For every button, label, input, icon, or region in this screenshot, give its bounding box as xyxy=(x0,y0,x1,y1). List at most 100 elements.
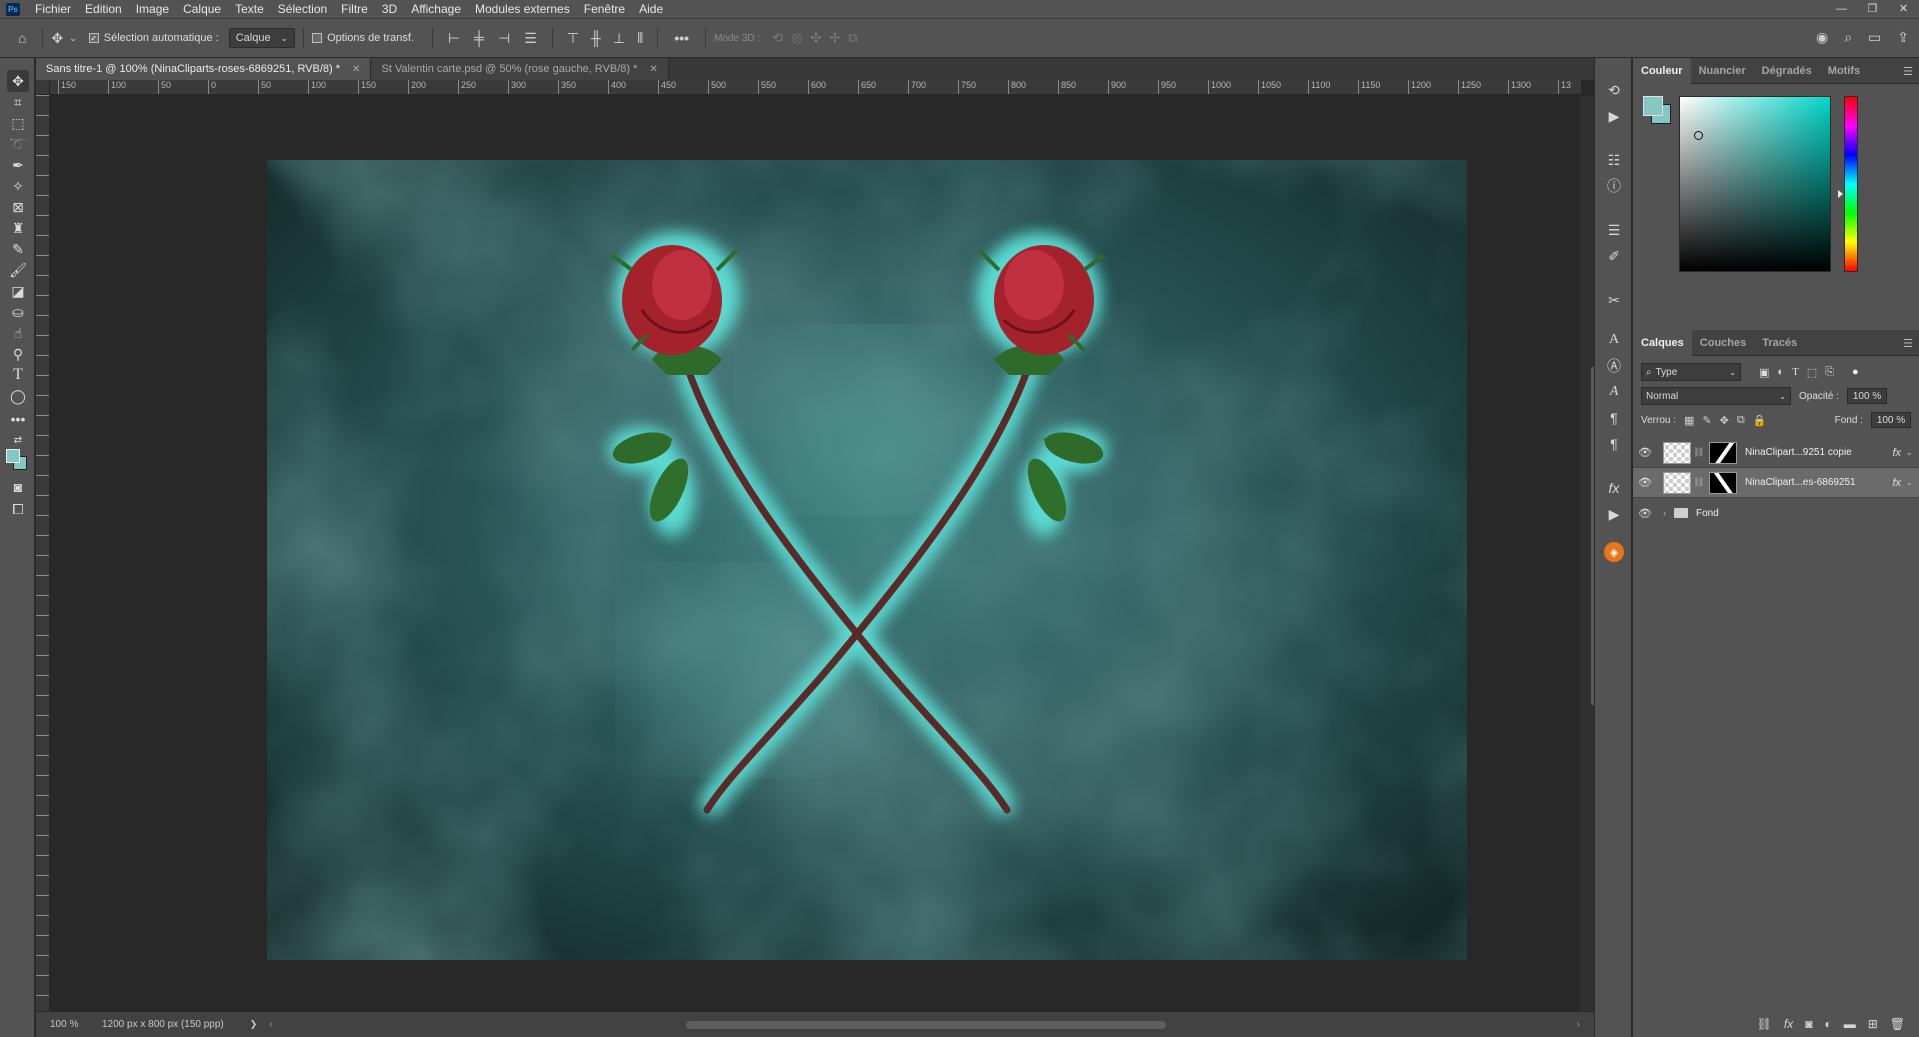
menu-filtre[interactable]: Filtre xyxy=(334,0,375,18)
opacity-input[interactable]: 100 % xyxy=(1847,388,1888,404)
move-tool-icon[interactable]: ✥ xyxy=(7,70,29,92)
color-picker-ring[interactable] xyxy=(1694,131,1703,140)
glyphs-icon[interactable]: A xyxy=(1604,382,1624,402)
tab-motifs[interactable]: Motifs xyxy=(1820,58,1868,84)
fx-icon[interactable]: fx xyxy=(1892,447,1901,459)
horizontal-ruler[interactable]: 150 100 50 0 50 100 150 200 250 300 350 400 450 500 55… xyxy=(50,80,1581,95)
menu-fichier[interactable]: Fichier xyxy=(28,0,78,18)
filter-adjustment-icon[interactable]: ◐ xyxy=(1777,366,1784,378)
filter-shape-icon[interactable]: ⬚ xyxy=(1807,366,1817,379)
transform-controls-option[interactable]: Options de transf. xyxy=(312,32,414,44)
delete-layer-icon[interactable]: 🗑 xyxy=(1890,1017,1905,1031)
pen-tool-icon[interactable]: ✒ xyxy=(7,154,29,176)
fill-input[interactable]: 100 % xyxy=(1871,412,1911,428)
align-top-icon[interactable]: ⊤ xyxy=(567,30,579,47)
layer-group-row[interactable]: 👁 › Fond xyxy=(1633,498,1919,528)
layer-mask-thumbnail[interactable] xyxy=(1709,471,1737,494)
menu-aide[interactable]: Aide xyxy=(632,0,670,18)
layer-row-selected[interactable]: 👁 ⛓ NinaClipart...es-6869251 fx ⌄ xyxy=(1633,468,1919,498)
tab-nuancier[interactable]: Nuancier xyxy=(1691,58,1754,84)
document-canvas[interactable] xyxy=(267,160,1467,960)
account-icon[interactable]: ◉ xyxy=(1816,29,1828,46)
workspace-icon[interactable]: ▭ xyxy=(1868,29,1881,46)
layer-mask-thumbnail[interactable] xyxy=(1709,441,1737,464)
crop-tool-icon[interactable]: ⌗ xyxy=(7,91,29,113)
close-icon[interactable]: ✕ xyxy=(649,64,657,75)
lock-all-icon[interactable]: 🔒 xyxy=(1753,414,1767,427)
color-field[interactable] xyxy=(1679,96,1831,272)
tab-couleur[interactable]: Couleur xyxy=(1633,57,1691,84)
close-icon[interactable]: ✕ xyxy=(352,64,360,75)
distribute-horizontal-icon[interactable]: ⦀ xyxy=(637,30,643,47)
smudge-tool-icon[interactable]: ☝ xyxy=(7,322,29,344)
more-tools-icon[interactable]: ••• xyxy=(7,408,29,430)
screen-mode-icon[interactable]: ⧠ xyxy=(7,498,29,520)
canvas-area[interactable] xyxy=(51,96,1580,1011)
layer-filter-select[interactable]: ⌕ Type ⌄ xyxy=(1641,363,1741,381)
restore-icon[interactable]: ❐ xyxy=(1857,0,1888,18)
menu-edition[interactable]: Edition xyxy=(78,0,129,18)
properties-icon[interactable]: ☰ xyxy=(1604,220,1624,240)
chevron-down-icon[interactable]: ⌄ xyxy=(69,33,77,44)
share-icon[interactable]: ⇪ xyxy=(1897,29,1909,46)
home-icon[interactable]: ⌂ xyxy=(18,30,26,46)
dodge-tool-icon[interactable]: ⚲ xyxy=(7,343,29,365)
vertical-ruler[interactable] xyxy=(36,95,50,1011)
character-icon[interactable]: A xyxy=(1604,330,1624,350)
filter-toggle-icon[interactable]: ● xyxy=(1852,366,1859,378)
document-tab-active[interactable]: Sans titre-1 @ 100% (NinaCliparts-roses-… xyxy=(36,58,372,80)
styles-fx-icon[interactable]: fx xyxy=(1604,478,1624,498)
align-right-icon[interactable]: ⊣ xyxy=(498,30,510,47)
ellipse-tool-icon[interactable]: ◯ xyxy=(7,385,29,407)
chevron-right-icon[interactable]: › xyxy=(1663,508,1666,518)
foreground-color-swatch[interactable] xyxy=(1643,96,1663,116)
menu-fenetre[interactable]: Fenêtre xyxy=(577,0,632,18)
menu-selection[interactable]: Sélection xyxy=(271,0,334,18)
plugin-icon[interactable]: ◈ xyxy=(1604,542,1624,562)
eye-icon[interactable]: 👁 xyxy=(1635,476,1655,489)
chevron-down-icon[interactable]: ⌄ xyxy=(1905,477,1913,488)
auto-select-option[interactable]: ✓ Sélection automatique : xyxy=(88,32,219,44)
brushes-icon[interactable]: ✐ xyxy=(1604,246,1624,266)
lasso-tool-icon[interactable]: ➰ xyxy=(7,133,29,155)
paragraph-icon[interactable]: ¶ xyxy=(1604,408,1624,428)
info-icon[interactable]: ⓘ xyxy=(1604,176,1624,196)
more-options-icon[interactable]: ••• xyxy=(674,30,689,46)
status-menu-arrow[interactable]: ❯ xyxy=(250,1019,258,1030)
history-icon[interactable]: ⟲ xyxy=(1604,80,1624,100)
drag-3d-icon[interactable]: ✣ xyxy=(810,30,821,46)
hue-slider[interactable] xyxy=(1844,96,1858,272)
magic-wand-tool-icon[interactable]: ✧ xyxy=(7,175,29,197)
filter-smart-object-icon[interactable]: ⎘ xyxy=(1825,366,1834,379)
stamp-tool-icon[interactable]: ♜ xyxy=(7,217,29,239)
ruler-corner[interactable] xyxy=(36,80,50,95)
tab-couches[interactable]: Couches xyxy=(1692,330,1754,356)
align-left-icon[interactable]: ⊢ xyxy=(448,30,460,47)
tool-presets-icon[interactable]: ✂ xyxy=(1604,290,1624,310)
filter-pixel-icon[interactable]: ▣ xyxy=(1759,366,1769,379)
slide-3d-icon[interactable]: ✢ xyxy=(829,30,840,46)
link-icon[interactable]: ⛓ xyxy=(1693,447,1704,458)
eyedropper-tool-icon[interactable]: ✎ xyxy=(7,238,29,260)
align-center-icon[interactable]: ╪ xyxy=(474,30,484,46)
paragraph-styles-icon[interactable]: ¶ xyxy=(1604,434,1624,454)
add-mask-icon[interactable]: ◙ xyxy=(1805,1017,1812,1031)
checkbox-checked-icon[interactable]: ✓ xyxy=(88,33,99,43)
actions-icon[interactable]: ▶ xyxy=(1604,106,1624,126)
eye-icon[interactable]: 👁 xyxy=(1635,507,1655,520)
type-tool-icon[interactable]: T xyxy=(7,364,29,386)
tab-traces[interactable]: Tracés xyxy=(1754,330,1805,356)
move-tool-icon[interactable]: ✥ xyxy=(51,30,63,47)
lock-paint-icon[interactable]: ✎ xyxy=(1702,414,1711,427)
layer-row[interactable]: 👁 ⛓ NinaClipart...9251 copie fx ⌄ xyxy=(1633,438,1919,468)
tab-degrades[interactable]: Dégradés xyxy=(1754,58,1820,84)
close-icon[interactable]: ✕ xyxy=(1888,0,1919,18)
menu-image[interactable]: Image xyxy=(129,0,176,18)
zoom-level[interactable]: 100 % xyxy=(50,1019,98,1030)
adjustments-icon[interactable]: ☷ xyxy=(1604,150,1624,170)
eye-icon[interactable]: 👁 xyxy=(1635,446,1655,459)
new-layer-icon[interactable]: ⊞ xyxy=(1868,1017,1878,1031)
checkbox-icon[interactable] xyxy=(312,33,323,43)
horizontal-scrollbar[interactable] xyxy=(686,1021,1166,1029)
orbit-3d-icon[interactable]: ⟲ xyxy=(772,30,783,46)
